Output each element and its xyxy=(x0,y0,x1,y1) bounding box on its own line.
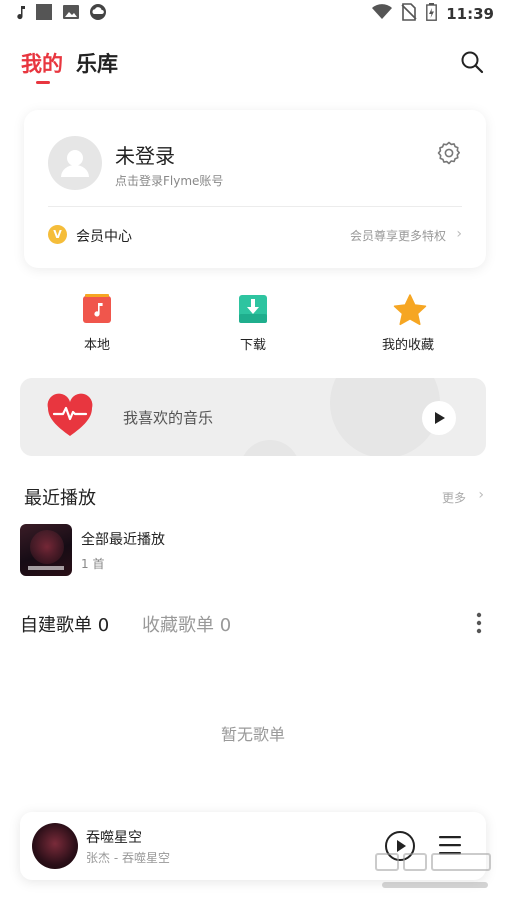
profile-card[interactable]: 未登录 点击登录Flyme账号 V 会员中心 会员尊享更多特权 › xyxy=(24,110,486,268)
vip-label: 会员中心 xyxy=(76,229,132,245)
chevron-right-icon[interactable]: › xyxy=(478,487,484,503)
status-bar: 11:39 xyxy=(0,0,506,28)
cover-artwork xyxy=(28,566,64,570)
recent-item-title: 全部最近播放 xyxy=(81,532,165,548)
quick-entry-label: 我的收藏 xyxy=(381,338,434,353)
square-icon xyxy=(35,3,53,25)
tab-collected-playlists[interactable]: 收藏歌单 0 xyxy=(142,611,231,637)
empty-playlist-text: 暂无歌单 xyxy=(220,725,285,744)
recent-item[interactable]: 全部最近播放 1 首 xyxy=(20,524,486,576)
cloud-icon xyxy=(89,3,107,25)
vip-promo-text: 会员尊享更多特权 xyxy=(349,229,446,243)
player-track-artist: 张杰 - 吞噬星空 xyxy=(86,851,170,865)
favorite-music-label: 我喜欢的音乐 xyxy=(123,409,214,427)
avatar[interactable] xyxy=(48,136,102,190)
more-vertical-icon[interactable] xyxy=(476,612,482,634)
banner-decoration xyxy=(240,440,300,456)
status-left-icons xyxy=(14,3,107,25)
quick-entries: 本地 下载 我的收藏 xyxy=(0,294,506,358)
header: 我的 乐库 xyxy=(0,44,506,88)
quick-entry-label: 下载 xyxy=(239,338,266,353)
chevron-right-icon: › xyxy=(456,226,462,242)
tab-created-playlists[interactable]: 自建歌单 0 xyxy=(20,611,109,637)
quick-entry-local[interactable]: 本地 xyxy=(52,294,142,358)
vip-badge-icon: V xyxy=(48,225,67,244)
vip-center-row[interactable]: V 会员中心 会员尊享更多特权 › xyxy=(48,220,462,250)
tab-mine[interactable]: 我的 xyxy=(21,48,63,78)
no-sim-icon xyxy=(401,3,417,25)
player-album-cover[interactable] xyxy=(32,823,78,869)
music-note-icon xyxy=(14,4,26,24)
tab-active-indicator xyxy=(36,81,50,84)
status-right-icons: 11:39 xyxy=(372,3,494,25)
recent-section-title: 最近播放 xyxy=(24,488,96,509)
heart-pulse-icon xyxy=(46,392,94,440)
player-track-title: 吞噬星空 xyxy=(86,830,142,846)
quick-entry-favorites[interactable]: 我的收藏 xyxy=(363,294,453,358)
gear-icon[interactable] xyxy=(436,140,462,166)
tab-library[interactable]: 乐库 xyxy=(76,48,118,78)
cover-artwork xyxy=(30,530,64,564)
download-icon xyxy=(238,294,268,324)
image-icon xyxy=(62,3,80,25)
card-divider xyxy=(48,206,462,207)
recent-item-count: 1 首 xyxy=(81,557,105,571)
favorite-music-banner[interactable]: 我喜欢的音乐 xyxy=(20,378,486,456)
search-icon[interactable] xyxy=(460,50,484,74)
watermark-logo xyxy=(368,840,498,896)
status-time: 11:39 xyxy=(446,5,494,23)
battery-icon xyxy=(426,3,438,25)
wifi-icon xyxy=(372,4,393,24)
star-icon xyxy=(393,294,427,326)
play-icon[interactable] xyxy=(422,401,456,435)
album-cover xyxy=(20,524,72,576)
login-subtitle[interactable]: 点击登录Flyme账号 xyxy=(115,172,223,189)
local-music-icon xyxy=(82,294,112,324)
quick-entry-label: 本地 xyxy=(83,338,110,353)
login-title[interactable]: 未登录 xyxy=(115,140,175,169)
quick-entry-download[interactable]: 下载 xyxy=(208,294,298,358)
recent-more-link[interactable]: 更多 xyxy=(442,489,466,506)
